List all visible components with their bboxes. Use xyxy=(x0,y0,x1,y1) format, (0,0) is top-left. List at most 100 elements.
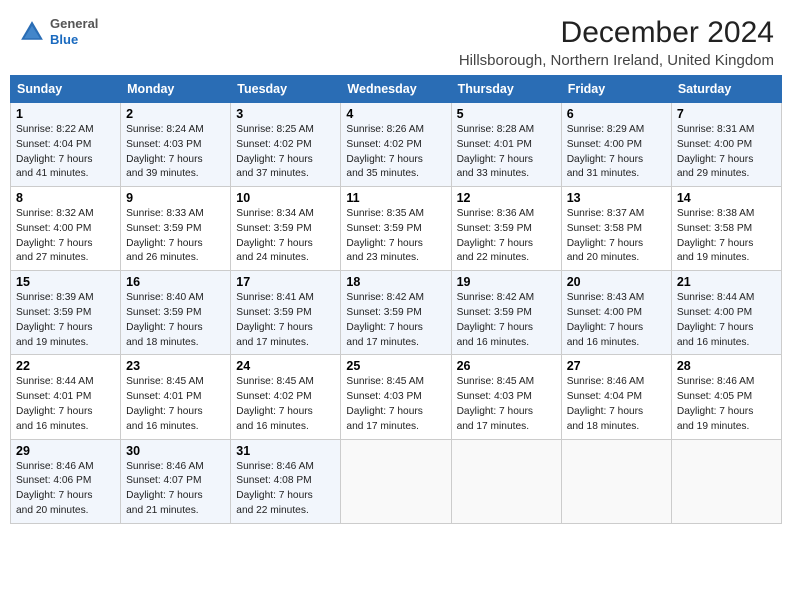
day-number: 12 xyxy=(457,191,556,205)
day-detail: Sunrise: 8:46 AM Sunset: 4:08 PM Dayligh… xyxy=(236,460,335,519)
day-detail: Sunrise: 8:24 AM Sunset: 4:03 PM Dayligh… xyxy=(126,123,225,182)
calendar-cell: 18Sunrise: 8:42 AM Sunset: 3:59 PM Dayli… xyxy=(341,271,451,355)
day-detail: Sunrise: 8:33 AM Sunset: 3:59 PM Dayligh… xyxy=(126,207,225,266)
calendar-cell: 7Sunrise: 8:31 AM Sunset: 4:00 PM Daylig… xyxy=(671,103,781,187)
day-number: 9 xyxy=(126,191,225,205)
calendar-cell xyxy=(451,439,561,523)
title-block: December 2024 Hillsborough, Northern Ire… xyxy=(459,16,774,69)
day-detail: Sunrise: 8:44 AM Sunset: 4:00 PM Dayligh… xyxy=(677,291,776,350)
calendar-cell: 12 Sunrise: 8:36 AM Sunset: 3:59 PM Dayli… xyxy=(451,187,561,271)
calendar-header-friday: Friday xyxy=(561,76,671,103)
calendar-cell: 3 Sunrise: 8:25 AM Sunset: 4:02 PM Daylig… xyxy=(231,103,341,187)
subtitle: Hillsborough, Northern Ireland, United K… xyxy=(459,52,774,69)
calendar-cell: 2 Sunrise: 8:24 AM Sunset: 4:03 PM Daylig… xyxy=(121,103,231,187)
day-detail: Sunrise: 8:46 AM Sunset: 4:07 PM Dayligh… xyxy=(126,460,225,519)
calendar-cell: 22 Sunrise: 8:44 AM Sunset: 4:01 PM Dayli… xyxy=(11,355,121,439)
day-detail: Sunrise: 8:42 AM Sunset: 3:59 PM Dayligh… xyxy=(346,291,445,350)
calendar-table: SundayMondayTuesdayWednesdayThursdayFrid… xyxy=(10,75,782,524)
day-detail: Sunrise: 8:43 AM Sunset: 4:00 PM Dayligh… xyxy=(567,291,666,350)
main-title: December 2024 xyxy=(459,16,774,50)
day-detail: Sunrise: 8:46 AM Sunset: 4:05 PM Dayligh… xyxy=(677,375,776,434)
day-detail: Sunrise: 8:36 AM Sunset: 3:59 PM Dayligh… xyxy=(457,207,556,266)
day-number: 5 xyxy=(457,107,556,121)
calendar-cell: 21 Sunrise: 8:44 AM Sunset: 4:00 PM Dayli… xyxy=(671,271,781,355)
calendar-header-wednesday: Wednesday xyxy=(341,76,451,103)
day-number: 4 xyxy=(346,107,445,121)
calendar-cell: 28 Sunrise: 8:46 AM Sunset: 4:05 PM Dayli… xyxy=(671,355,781,439)
calendar-cell: 14 Sunrise: 8:38 AM Sunset: 3:58 PM Dayli… xyxy=(671,187,781,271)
day-number: 28 xyxy=(677,359,776,373)
day-detail: Sunrise: 8:42 AM Sunset: 3:59 PM Dayligh… xyxy=(457,291,556,350)
calendar-cell: 29Sunrise: 8:46 AM Sunset: 4:06 PM Dayli… xyxy=(11,439,121,523)
calendar-header-row: SundayMondayTuesdayWednesdayThursdayFrid… xyxy=(11,76,782,103)
calendar-cell: 16 Sunrise: 8:40 AM Sunset: 3:59 PM Dayli… xyxy=(121,271,231,355)
day-number: 21 xyxy=(677,275,776,289)
calendar-header-monday: Monday xyxy=(121,76,231,103)
day-number: 14 xyxy=(677,191,776,205)
day-detail: Sunrise: 8:38 AM Sunset: 3:58 PM Dayligh… xyxy=(677,207,776,266)
day-detail: Sunrise: 8:40 AM Sunset: 3:59 PM Dayligh… xyxy=(126,291,225,350)
page-header: General Blue December 2024 Hillsborough,… xyxy=(10,10,782,69)
calendar-cell: 11Sunrise: 8:35 AM Sunset: 3:59 PM Dayli… xyxy=(341,187,451,271)
day-number: 3 xyxy=(236,107,335,121)
day-number: 23 xyxy=(126,359,225,373)
calendar-cell: 5 Sunrise: 8:28 AM Sunset: 4:01 PM Daylig… xyxy=(451,103,561,187)
day-number: 27 xyxy=(567,359,666,373)
calendar-cell xyxy=(671,439,781,523)
day-number: 31 xyxy=(236,444,335,458)
day-number: 30 xyxy=(126,444,225,458)
calendar-cell: 13 Sunrise: 8:37 AM Sunset: 3:58 PM Dayli… xyxy=(561,187,671,271)
day-number: 22 xyxy=(16,359,115,373)
day-detail: Sunrise: 8:25 AM Sunset: 4:02 PM Dayligh… xyxy=(236,123,335,182)
logo-text: General Blue xyxy=(50,16,98,47)
day-detail: Sunrise: 8:44 AM Sunset: 4:01 PM Dayligh… xyxy=(16,375,115,434)
calendar-cell: 19 Sunrise: 8:42 AM Sunset: 3:59 PM Dayli… xyxy=(451,271,561,355)
calendar-cell: 26 Sunrise: 8:45 AM Sunset: 4:03 PM Dayli… xyxy=(451,355,561,439)
day-detail: Sunrise: 8:45 AM Sunset: 4:02 PM Dayligh… xyxy=(236,375,335,434)
calendar-cell: 15Sunrise: 8:39 AM Sunset: 3:59 PM Dayli… xyxy=(11,271,121,355)
day-number: 25 xyxy=(346,359,445,373)
logo-blue: Blue xyxy=(50,32,98,48)
day-detail: Sunrise: 8:37 AM Sunset: 3:58 PM Dayligh… xyxy=(567,207,666,266)
day-number: 24 xyxy=(236,359,335,373)
day-detail: Sunrise: 8:26 AM Sunset: 4:02 PM Dayligh… xyxy=(346,123,445,182)
day-number: 1 xyxy=(16,107,115,121)
calendar-week-row: 1Sunrise: 8:22 AM Sunset: 4:04 PM Daylig… xyxy=(11,103,782,187)
calendar-cell xyxy=(341,439,451,523)
day-detail: Sunrise: 8:46 AM Sunset: 4:04 PM Dayligh… xyxy=(567,375,666,434)
day-number: 13 xyxy=(567,191,666,205)
calendar-cell: 10Sunrise: 8:34 AM Sunset: 3:59 PM Dayli… xyxy=(231,187,341,271)
logo-icon xyxy=(18,18,46,46)
day-number: 17 xyxy=(236,275,335,289)
logo-general: General xyxy=(50,16,98,32)
day-number: 11 xyxy=(346,191,445,205)
day-number: 10 xyxy=(236,191,335,205)
calendar-cell: 9 Sunrise: 8:33 AM Sunset: 3:59 PM Daylig… xyxy=(121,187,231,271)
day-number: 15 xyxy=(16,275,115,289)
day-number: 8 xyxy=(16,191,115,205)
day-number: 20 xyxy=(567,275,666,289)
day-detail: Sunrise: 8:28 AM Sunset: 4:01 PM Dayligh… xyxy=(457,123,556,182)
calendar-cell: 30 Sunrise: 8:46 AM Sunset: 4:07 PM Dayli… xyxy=(121,439,231,523)
day-detail: Sunrise: 8:45 AM Sunset: 4:03 PM Dayligh… xyxy=(457,375,556,434)
calendar-cell: 31 Sunrise: 8:46 AM Sunset: 4:08 PM Dayli… xyxy=(231,439,341,523)
day-detail: Sunrise: 8:45 AM Sunset: 4:01 PM Dayligh… xyxy=(126,375,225,434)
day-number: 2 xyxy=(126,107,225,121)
day-detail: Sunrise: 8:32 AM Sunset: 4:00 PM Dayligh… xyxy=(16,207,115,266)
calendar-cell: 25Sunrise: 8:45 AM Sunset: 4:03 PM Dayli… xyxy=(341,355,451,439)
day-detail: Sunrise: 8:29 AM Sunset: 4:00 PM Dayligh… xyxy=(567,123,666,182)
day-number: 26 xyxy=(457,359,556,373)
calendar-week-row: 22 Sunrise: 8:44 AM Sunset: 4:01 PM Dayli… xyxy=(11,355,782,439)
day-number: 7 xyxy=(677,107,776,121)
calendar-week-row: 15Sunrise: 8:39 AM Sunset: 3:59 PM Dayli… xyxy=(11,271,782,355)
calendar-cell: 27 Sunrise: 8:46 AM Sunset: 4:04 PM Dayli… xyxy=(561,355,671,439)
calendar-week-row: 8 Sunrise: 8:32 AM Sunset: 4:00 PM Daylig… xyxy=(11,187,782,271)
calendar-header-sunday: Sunday xyxy=(11,76,121,103)
calendar-week-row: 29Sunrise: 8:46 AM Sunset: 4:06 PM Dayli… xyxy=(11,439,782,523)
day-detail: Sunrise: 8:46 AM Sunset: 4:06 PM Dayligh… xyxy=(16,460,115,519)
day-number: 16 xyxy=(126,275,225,289)
day-number: 19 xyxy=(457,275,556,289)
day-detail: Sunrise: 8:41 AM Sunset: 3:59 PM Dayligh… xyxy=(236,291,335,350)
logo: General Blue xyxy=(18,16,98,47)
calendar-header-tuesday: Tuesday xyxy=(231,76,341,103)
